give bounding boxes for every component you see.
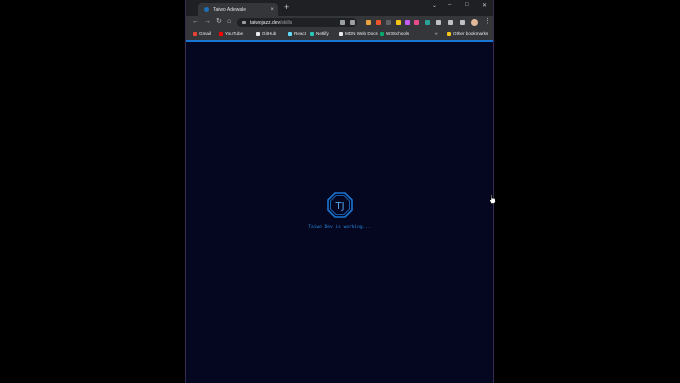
other-bookmarks[interactable]: Other bookmarks: [447, 31, 488, 36]
new-tab-button[interactable]: +: [284, 3, 289, 12]
bookmark-favicon-icon: [288, 31, 292, 36]
bookmark-favicon-icon: [256, 31, 260, 36]
puzzle-icon[interactable]: [436, 20, 441, 25]
extension-icon[interactable]: [386, 20, 391, 25]
hand-cursor-icon: [489, 194, 496, 204]
url-text: taiwojazz.dev/skills: [250, 19, 293, 26]
tab-search-icon[interactable]: ⌄: [432, 2, 437, 9]
extension-icon[interactable]: [405, 20, 410, 25]
bookmark-favicon-icon: [219, 31, 223, 36]
bookmarks-more-icon[interactable]: »: [435, 31, 438, 36]
address-bar[interactable]: taiwojazz.dev/skills: [237, 18, 357, 27]
bookmark-label: GitHub: [262, 31, 277, 36]
bookmark-label: Netlify: [316, 31, 329, 36]
forward-button[interactable]: →: [204, 18, 211, 26]
bookmark-favicon-icon: [310, 31, 314, 36]
maximize-button[interactable]: □: [465, 2, 469, 8]
loading-text: Taiwo Dev is working...: [308, 225, 371, 230]
extension-icon[interactable]: [414, 20, 419, 25]
bookmark-favicon-icon: [339, 31, 343, 36]
back-button[interactable]: ←: [192, 18, 199, 26]
home-button[interactable]: ⌂: [227, 18, 231, 26]
lock-icon: [242, 21, 246, 24]
tab-title: Taiwo Adewale: [213, 6, 247, 13]
bookmark-youtube[interactable]: YouTube: [219, 31, 243, 36]
bookmark-netlify[interactable]: Netlify: [310, 31, 329, 36]
bookmark-label: MDN Web Docs: [345, 31, 378, 36]
side-panel-icon[interactable]: [460, 20, 465, 25]
page-load-progress: [186, 40, 493, 42]
share-icon[interactable]: [340, 20, 345, 25]
avatar[interactable]: [471, 19, 478, 26]
extension-icon[interactable]: [425, 20, 430, 25]
queue-icon[interactable]: [448, 20, 453, 25]
bookmark-label: Gmail: [199, 31, 211, 36]
bookmark-label: W3Schools: [386, 31, 410, 36]
browser-window: Taiwo Adewale × + ⌄ – □ ✕ ← → ↻ ⌂ taiwoj…: [185, 0, 494, 383]
tab-strip: Taiwo Adewale × + ⌄ – □ ✕: [186, 0, 493, 16]
bookmark-gmail[interactable]: Gmail: [193, 31, 211, 36]
folder-icon: [447, 31, 451, 36]
tab-favicon-icon: [204, 7, 209, 12]
logo-letters: TJ: [334, 201, 344, 212]
minimize-button[interactable]: –: [448, 2, 451, 8]
bookmark-github[interactable]: GitHub: [256, 31, 276, 36]
browser-toolbar: ← → ↻ ⌂ taiwojazz.dev/skills ⋮: [186, 16, 493, 29]
tab-taiwo-adewale[interactable]: Taiwo Adewale ×: [198, 3, 278, 16]
reload-button[interactable]: ↻: [216, 18, 222, 26]
bookmark-favicon-icon: [193, 31, 197, 36]
bookmark-w3schools[interactable]: W3Schools: [380, 31, 409, 36]
tab-close-icon[interactable]: ×: [270, 7, 274, 13]
bookmark-label: YouTube: [225, 31, 244, 36]
star-icon[interactable]: [350, 20, 355, 25]
close-window-button[interactable]: ✕: [482, 2, 487, 9]
menu-icon[interactable]: ⋮: [484, 18, 491, 26]
bookmark-react[interactable]: React: [288, 31, 306, 36]
extension-icon[interactable]: [396, 20, 401, 25]
extension-icon[interactable]: [366, 20, 371, 25]
bookmark-mdn-web-docs[interactable]: MDN Web Docs: [339, 31, 378, 36]
bookmark-label: React: [294, 31, 307, 36]
tj-logo: TJ: [327, 192, 353, 218]
extension-icon[interactable]: [376, 20, 381, 25]
bookmark-favicon-icon: [380, 31, 384, 36]
